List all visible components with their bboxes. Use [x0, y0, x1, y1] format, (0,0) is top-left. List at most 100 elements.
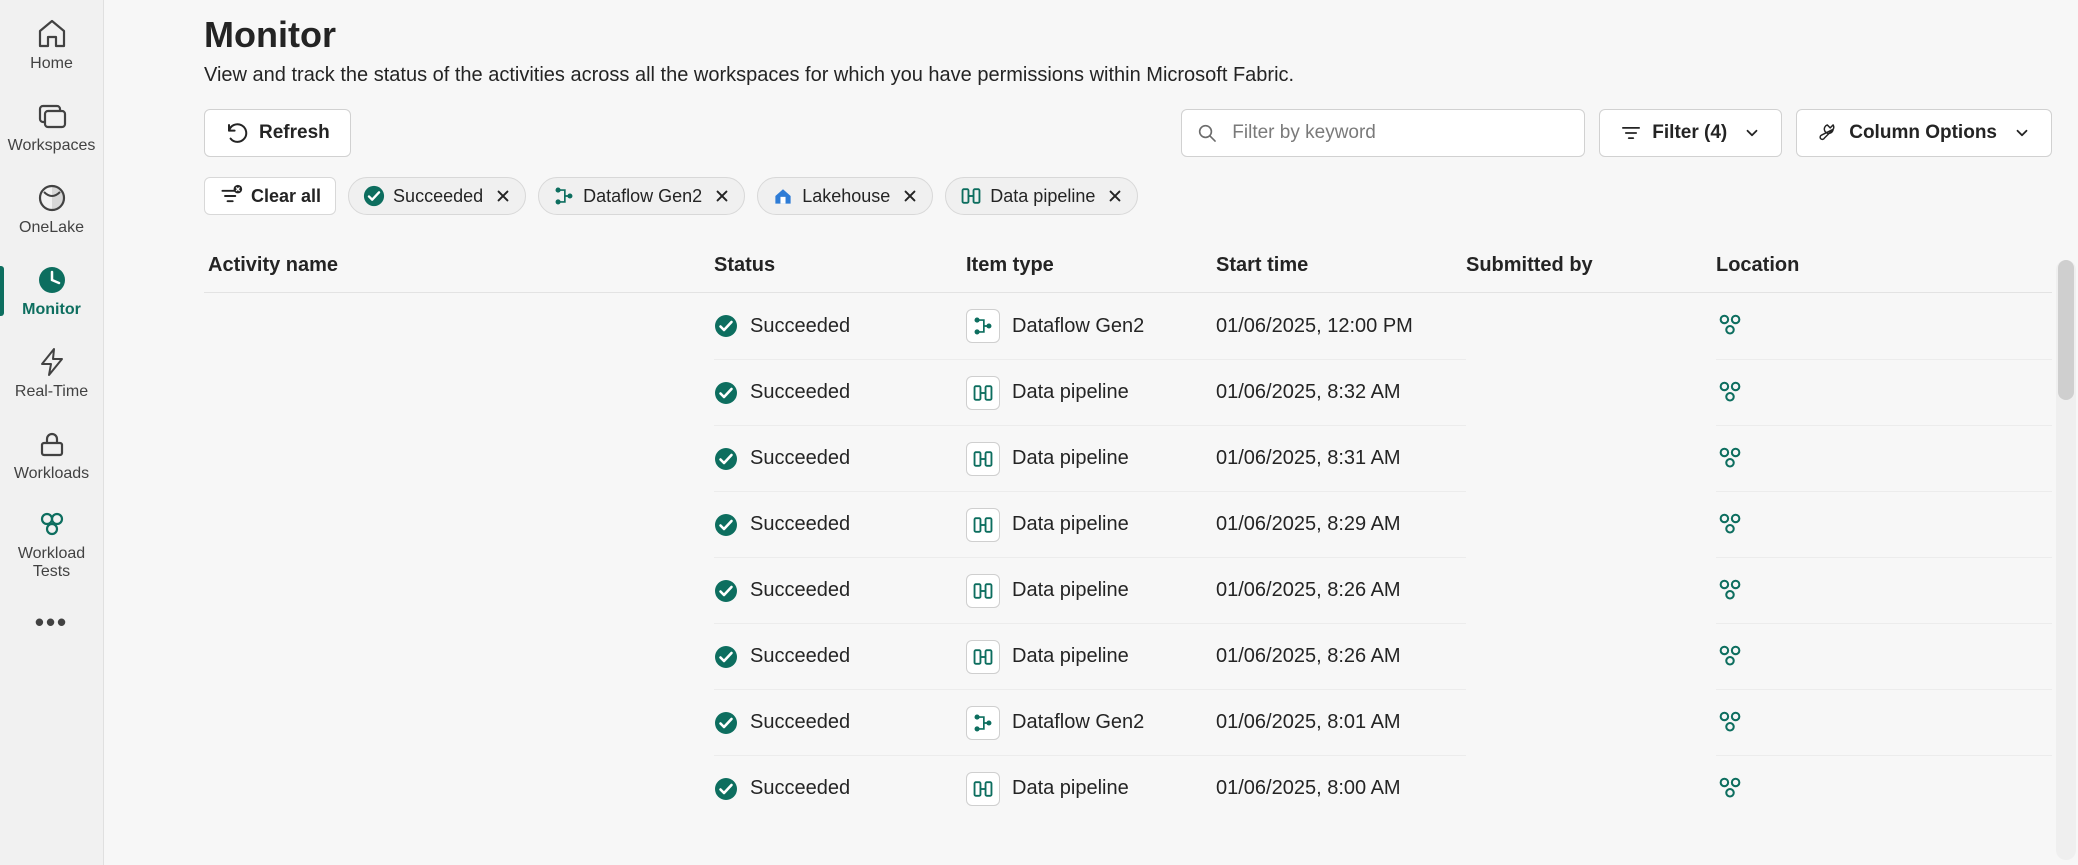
nav-more[interactable]: •••: [0, 592, 103, 652]
cell-item-type: Data pipeline: [966, 640, 1129, 674]
cell-item-type: Data pipeline: [966, 442, 1129, 476]
cell-location: [1716, 775, 1756, 803]
pipeline-icon: [966, 574, 1000, 608]
cell-submitted-by: [1466, 557, 1716, 623]
col-location[interactable]: Location: [1716, 254, 2052, 277]
people-icon: [1716, 445, 1744, 473]
table-row[interactable]: SucceededData pipeline01/06/2025, 8:29 A…: [204, 491, 2052, 557]
nav-label: Workload Tests: [0, 545, 103, 582]
check-circle-icon: [714, 645, 738, 669]
refresh-button[interactable]: Refresh: [204, 109, 351, 157]
col-status[interactable]: Status: [714, 254, 966, 277]
remove-chip-icon[interactable]: [902, 188, 918, 204]
nav-workload-tests[interactable]: Workload Tests: [0, 496, 103, 592]
nav-workloads[interactable]: Workloads: [0, 414, 103, 496]
chip-label: Data pipeline: [990, 186, 1095, 207]
status-text: Succeeded: [750, 711, 850, 734]
status-text: Succeeded: [750, 579, 850, 602]
cell-item-type: Dataflow Gen2: [966, 309, 1144, 343]
cell-start-time: 01/06/2025, 8:29 AM: [1216, 491, 1466, 557]
table-row[interactable]: SucceededDataflow Gen201/06/2025, 12:00 …: [204, 293, 2052, 359]
people-icon: [1716, 511, 1744, 539]
col-activity-name[interactable]: Activity name: [204, 254, 714, 277]
table-row[interactable]: Succeeded Dataflow Gen2 01/06/2025, 8:01 A…: [204, 689, 2052, 755]
chip-type-lakehouse[interactable]: Lakehouse: [757, 177, 933, 215]
pipeline-icon: [966, 376, 1000, 410]
page-title: Monitor: [204, 14, 2078, 56]
page-subtitle: View and track the status of the activit…: [204, 64, 2078, 87]
cell-activity-name: [204, 359, 714, 425]
people-icon: [1716, 312, 1744, 340]
cell-submitted-by: [1466, 359, 1716, 425]
col-item-type[interactable]: Item type: [966, 254, 1216, 277]
nav-onelake[interactable]: OneLake: [0, 168, 103, 250]
check-circle-icon: [363, 185, 385, 207]
remove-chip-icon[interactable]: [714, 188, 730, 204]
clear-all-button[interactable]: Clear all: [204, 177, 336, 215]
workload-tests-icon: [35, 507, 69, 541]
check-circle-icon: [714, 447, 738, 471]
activities-table: Activity name Status Item type Start tim…: [204, 239, 2052, 821]
table-row[interactable]: SucceededData pipeline01/06/2025, 8:31 A…: [204, 425, 2052, 491]
cell-submitted-by: [1466, 425, 1716, 491]
column-options-button[interactable]: Column Options: [1796, 109, 2052, 157]
dataflow-icon: [553, 185, 575, 207]
pipeline-icon: [966, 772, 1000, 806]
cell-submitted-by: [1466, 623, 1716, 689]
cell-activity-name: [204, 491, 714, 557]
search-box[interactable]: [1181, 109, 1585, 157]
type-text: Data pipeline: [1012, 645, 1129, 668]
cell-start-time: 01/06/2025, 8:26 AM: [1216, 623, 1466, 689]
onelake-icon: [35, 181, 69, 215]
ellipsis-icon: •••: [35, 607, 68, 638]
cell-start-time: 01/06/2025, 8:01 AM: [1216, 689, 1466, 755]
clear-filter-icon: [219, 184, 243, 208]
cell-location: [1716, 577, 1756, 605]
nav-monitor[interactable]: Monitor: [0, 250, 103, 332]
table-row[interactable]: SucceededData pipeline01/06/2025, 8:26 A…: [204, 623, 2052, 689]
table-row[interactable]: SucceededData pipeline01/06/2025, 8:26 A…: [204, 557, 2052, 623]
pipeline-icon: [960, 185, 982, 207]
check-circle-icon: [714, 579, 738, 603]
table-row[interactable]: SucceededData pipeline01/06/2025, 8:32 A…: [204, 359, 2052, 425]
chip-type-dataflow[interactable]: Dataflow Gen2: [538, 177, 745, 215]
cell-activity-name: [204, 623, 714, 689]
filter-button[interactable]: Filter (4): [1599, 109, 1782, 157]
cell-item-type: Data pipeline: [966, 376, 1129, 410]
chip-label: Succeeded: [393, 186, 483, 207]
chevron-down-icon: [2013, 124, 2031, 142]
chip-status-succeeded[interactable]: Succeeded: [348, 177, 526, 215]
cell-location: [1716, 511, 1756, 539]
cell-status: Succeeded: [714, 314, 850, 338]
cell-status: Succeeded: [714, 777, 850, 801]
cell-submitted-by: [1466, 293, 1716, 359]
search-icon: [1196, 122, 1218, 144]
dataflow-icon: [966, 706, 1000, 740]
chip-type-pipeline[interactable]: Data pipeline: [945, 177, 1138, 215]
pipeline-icon: [966, 442, 1000, 476]
type-text: Dataflow Gen2: [1012, 711, 1144, 734]
col-submitted-by[interactable]: Submitted by: [1466, 254, 1716, 277]
cell-status: Succeeded: [714, 447, 850, 471]
table-row[interactable]: SucceededData pipeline01/06/2025, 8:00 A…: [204, 755, 2052, 821]
nav-home[interactable]: Home: [0, 4, 103, 86]
col-start-time[interactable]: Start time: [1216, 254, 1466, 277]
status-text: Succeeded: [750, 513, 850, 536]
cell-start-time: 01/06/2025, 8:00 AM: [1216, 755, 1466, 821]
type-text: Data pipeline: [1012, 579, 1129, 602]
remove-chip-icon[interactable]: [495, 188, 511, 204]
scrollbar[interactable]: [2056, 260, 2076, 860]
cell-item-type: Data pipeline: [966, 574, 1129, 608]
nav-realtime[interactable]: Real-Time: [0, 332, 103, 414]
chip-label: Dataflow Gen2: [583, 186, 702, 207]
status-text: Succeeded: [750, 447, 850, 470]
cell-item-type: Dataflow Gen2: [966, 706, 1144, 740]
remove-chip-icon[interactable]: [1107, 188, 1123, 204]
workspaces-icon: [35, 99, 69, 133]
clear-all-label: Clear all: [251, 186, 321, 207]
chevron-down-icon: [1743, 124, 1761, 142]
scrollbar-thumb[interactable]: [2058, 260, 2074, 400]
search-input[interactable]: [1230, 121, 1570, 145]
nav-workspaces[interactable]: Workspaces: [0, 86, 103, 168]
cell-status: Succeeded: [714, 579, 850, 603]
